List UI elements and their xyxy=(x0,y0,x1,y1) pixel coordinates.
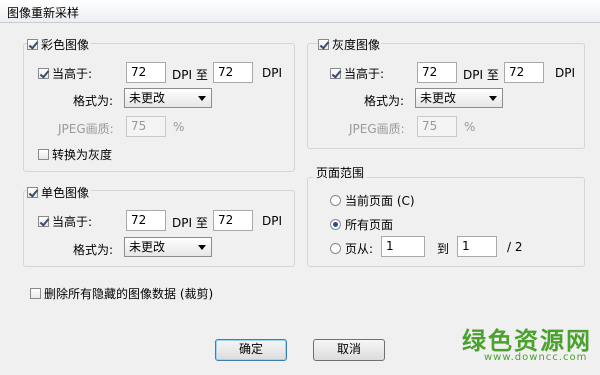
gray-above-row[interactable]: 当高于: xyxy=(330,65,384,82)
mono-dpi-to-label: DPI 至 xyxy=(172,216,208,230)
gray-jpeg-unit: % xyxy=(464,120,476,134)
gray-above-checkbox[interactable] xyxy=(330,68,341,79)
delete-hidden-checkbox[interactable] xyxy=(30,288,41,299)
gray-format-select[interactable]: 未更改 xyxy=(415,88,503,108)
color-images-title: 彩色图像 xyxy=(41,38,90,52)
gray-format-label: 格式为: xyxy=(364,94,405,108)
gray-images-title: 灰度图像 xyxy=(332,38,381,52)
mono-above-label: 当高于: xyxy=(52,215,93,229)
mono-dpi-target-input[interactable]: 72 xyxy=(213,210,253,231)
page-range-all-option[interactable]: 所有页面 xyxy=(330,216,393,233)
radio-current-page[interactable] xyxy=(330,195,341,206)
page-to-label: 到 xyxy=(437,242,450,256)
page-range-title: 页面范围 xyxy=(313,164,368,181)
radio-all-pages[interactable] xyxy=(330,219,341,230)
color-images-checkbox[interactable] xyxy=(27,39,38,50)
mono-images-title: 单色图像 xyxy=(41,186,90,200)
gray-above-label: 当高于: xyxy=(344,67,385,81)
color-above-row[interactable]: 当高于: xyxy=(38,65,92,82)
color-format-value: 未更改 xyxy=(129,91,166,105)
mono-dpi-unit: DPI xyxy=(262,214,283,228)
color-grayscale-row[interactable]: 转换为灰度 xyxy=(38,146,112,163)
color-images-header[interactable]: 彩色图像 xyxy=(27,36,92,53)
gray-dpi-unit: DPI xyxy=(555,66,576,80)
chevron-down-icon xyxy=(489,96,497,101)
color-jpeg-label: JPEG画质: xyxy=(58,122,114,136)
title-bar: 图像重新采样 xyxy=(0,0,600,23)
color-dpi-to-label: DPI 至 xyxy=(172,68,208,82)
color-jpeg-unit: % xyxy=(173,120,185,134)
gray-dpi-target-input[interactable]: 72 xyxy=(504,62,544,83)
page-from-label: 页从: xyxy=(345,242,374,256)
mono-images-header[interactable]: 单色图像 xyxy=(27,184,92,201)
delete-hidden-row[interactable]: 删除所有隐藏的图像数据 (裁剪) xyxy=(30,285,213,302)
radio-page-from[interactable] xyxy=(330,243,341,254)
color-above-checkbox[interactable] xyxy=(38,68,49,79)
gray-format-value: 未更改 xyxy=(420,91,457,105)
current-page-label: 当前页面 (C) xyxy=(345,194,415,208)
convert-grayscale-checkbox[interactable] xyxy=(38,149,49,160)
chevron-down-icon xyxy=(198,245,206,250)
all-pages-label: 所有页面 xyxy=(345,218,394,232)
cancel-button[interactable]: 取消 xyxy=(313,339,385,361)
color-dpi-unit: DPI xyxy=(262,66,283,80)
mono-above-checkbox[interactable] xyxy=(38,216,49,227)
page-to-input[interactable]: 1 xyxy=(457,236,497,257)
page-total-label: / 2 xyxy=(507,240,523,254)
window-title: 图像重新采样 xyxy=(7,6,80,20)
gray-dpi-to-label: DPI 至 xyxy=(463,68,499,82)
page-range-current-option[interactable]: 当前页面 (C) xyxy=(330,192,415,209)
mono-format-select[interactable]: 未更改 xyxy=(124,237,212,257)
watermark-url: www.downcc.com xyxy=(484,352,588,363)
color-dpi-threshold-input[interactable]: 72 xyxy=(126,62,166,83)
color-format-select[interactable]: 未更改 xyxy=(124,88,212,108)
mono-format-label: 格式为: xyxy=(73,243,114,257)
gray-images-checkbox[interactable] xyxy=(318,39,329,50)
chevron-down-icon xyxy=(198,96,206,101)
mono-format-value: 未更改 xyxy=(129,240,166,254)
color-dpi-target-input[interactable]: 72 xyxy=(213,62,253,83)
delete-hidden-label: 删除所有隐藏的图像数据 (裁剪) xyxy=(44,287,214,301)
watermark-logo: 绿色资源网 xyxy=(462,327,592,355)
convert-grayscale-label: 转换为灰度 xyxy=(52,148,113,162)
gray-jpeg-label: JPEG画质: xyxy=(349,122,405,136)
ok-button[interactable]: 确定 xyxy=(215,339,287,361)
mono-above-row[interactable]: 当高于: xyxy=(38,213,92,230)
mono-images-checkbox[interactable] xyxy=(27,187,38,198)
mono-dpi-threshold-input[interactable]: 72 xyxy=(126,210,166,231)
gray-dpi-threshold-input[interactable]: 72 xyxy=(417,62,457,83)
page-from-input[interactable]: 1 xyxy=(381,236,425,257)
gray-jpeg-quality-input[interactable]: 75 xyxy=(417,116,457,137)
color-above-label: 当高于: xyxy=(52,67,93,81)
color-jpeg-quality-input[interactable]: 75 xyxy=(126,116,166,137)
gray-images-header[interactable]: 灰度图像 xyxy=(318,36,383,53)
page-range-from-option[interactable]: 页从: xyxy=(330,240,373,257)
color-format-label: 格式为: xyxy=(73,94,114,108)
